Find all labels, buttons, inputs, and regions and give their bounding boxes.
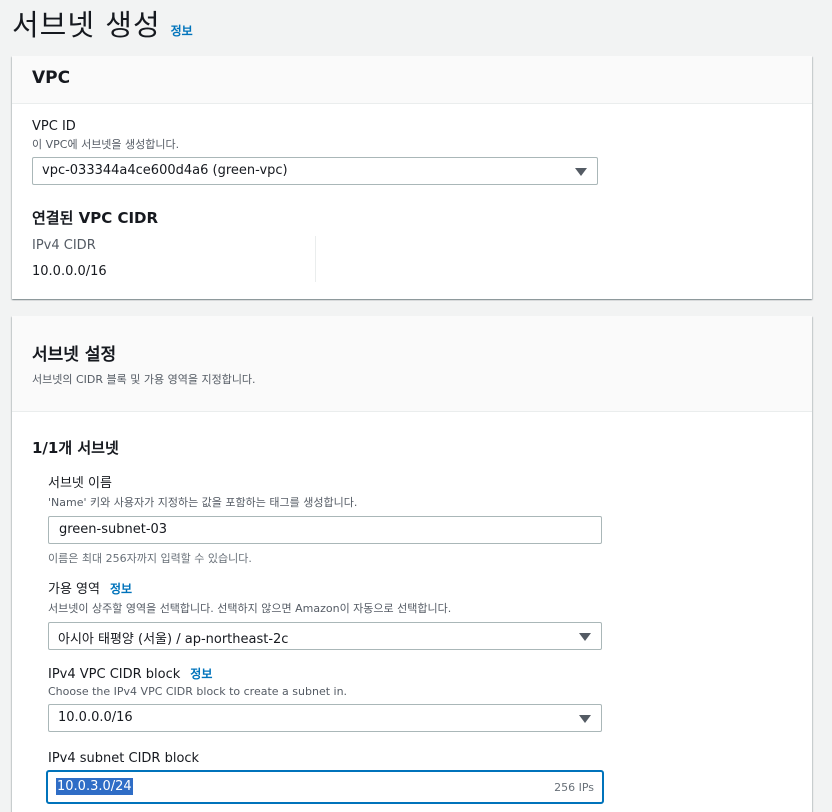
availability-zone-select[interactable]: 아시아 태평양 (서울) / ap-northeast-2c — [48, 622, 602, 650]
subnet-name-label: 서브넷 이름 — [48, 476, 112, 491]
column-divider — [315, 236, 316, 282]
page-title: 서브넷 생성 — [12, 8, 161, 42]
subnet-name-input[interactable]: green-subnet-03 — [48, 516, 602, 544]
availability-zone-field: 가용 영역 정보 서브넷이 상주할 영역을 선택합니다. 선택하지 않으면 Am… — [48, 578, 602, 650]
associated-cidr-heading: 연결된 VPC CIDR — [32, 209, 159, 227]
caret-down-icon — [579, 633, 591, 641]
subnet-name-value: green-subnet-03 — [59, 522, 168, 537]
availability-zone-info-link[interactable]: 정보 — [110, 580, 132, 597]
subnet-panel-description: 서브넷의 CIDR 블록 및 가용 영역을 지정합니다. — [32, 373, 256, 386]
vpc-id-label: VPC ID — [32, 119, 76, 134]
page-header: 서브넷 생성 정보 — [12, 2, 193, 44]
subnet-count-heading: 1/1개 서브넷 — [32, 439, 119, 457]
vpc-panel-header: VPC — [12, 56, 812, 104]
availability-zone-label-row: 가용 영역 정보 — [48, 578, 602, 597]
ipv4-vpc-cidr-label-row: IPv4 VPC CIDR block 정보 — [48, 665, 602, 682]
ipv4-vpc-cidr-label: IPv4 VPC CIDR block — [48, 667, 181, 682]
caret-down-icon — [575, 168, 587, 176]
vpc-id-selected-value: vpc-033344a4ce600d4a6 (green-vpc) — [42, 163, 288, 178]
ipv4-subnet-cidr-label: IPv4 subnet CIDR block — [48, 751, 200, 766]
caret-down-icon — [579, 715, 591, 723]
ipv4-vpc-cidr-select[interactable]: 10.0.0.0/16 — [48, 704, 602, 732]
subnet-name-description: 'Name' 키와 사용자가 지정하는 값을 포함하는 태그를 생성합니다. — [48, 496, 358, 509]
ip-count-label: 256 IPs — [554, 781, 594, 794]
vpc-id-field: VPC ID 이 VPC에 서브넷을 생성합니다. vpc-033344a4ce… — [32, 119, 598, 185]
ipv4-vpc-cidr-description: Choose the IPv4 VPC CIDR block to create… — [48, 685, 348, 698]
availability-zone-description: 서브넷이 상주할 영역을 선택합니다. 선택하지 않으면 Amazon이 자동으… — [48, 602, 452, 615]
ipv4-cidr-label: IPv4 CIDR — [32, 238, 96, 253]
ipv4-cidr-value: 10.0.0.0/16 — [32, 264, 107, 279]
subnet-name-hint: 이름은 최대 256자까지 입력할 수 있습니다. — [48, 552, 252, 565]
ipv4-vpc-cidr-info-link[interactable]: 정보 — [190, 665, 212, 682]
ipv4-subnet-cidr-input[interactable]: 10.0.3.0/24 256 IPs — [46, 770, 604, 804]
vpc-panel-title: VPC — [32, 68, 71, 88]
vpc-id-description: 이 VPC에 서브넷을 생성합니다. — [32, 138, 180, 151]
subnet-panel-header: 서브넷 설정 서브넷의 CIDR 블록 및 가용 영역을 지정합니다. — [12, 316, 812, 412]
ipv4-subnet-cidr-field: IPv4 subnet CIDR block 10.0.3.0/24 256 I… — [46, 751, 604, 804]
vpc-id-select[interactable]: vpc-033344a4ce600d4a6 (green-vpc) — [32, 157, 598, 185]
ipv4-subnet-cidr-value: 10.0.3.0/24 — [56, 778, 133, 795]
page-info-link[interactable]: 정보 — [171, 22, 193, 39]
availability-zone-selected-value: 아시아 태평양 (서울) / ap-northeast-2c — [58, 632, 289, 647]
subnet-name-field: 서브넷 이름 'Name' 키와 사용자가 지정하는 값을 포함하는 태그를 생… — [48, 472, 602, 566]
subnet-panel-title: 서브넷 설정 — [32, 345, 117, 365]
subnet-settings-panel: 서브넷 설정 서브넷의 CIDR 블록 및 가용 영역을 지정합니다. 1/1개… — [12, 316, 812, 812]
ipv4-vpc-cidr-selected-value: 10.0.0.0/16 — [58, 710, 133, 725]
vpc-panel: VPC VPC ID 이 VPC에 서브넷을 생성합니다. vpc-033344… — [12, 56, 812, 299]
availability-zone-label: 가용 영역 — [48, 582, 100, 597]
ipv4-vpc-cidr-field: IPv4 VPC CIDR block 정보 Choose the IPv4 V… — [48, 665, 602, 732]
